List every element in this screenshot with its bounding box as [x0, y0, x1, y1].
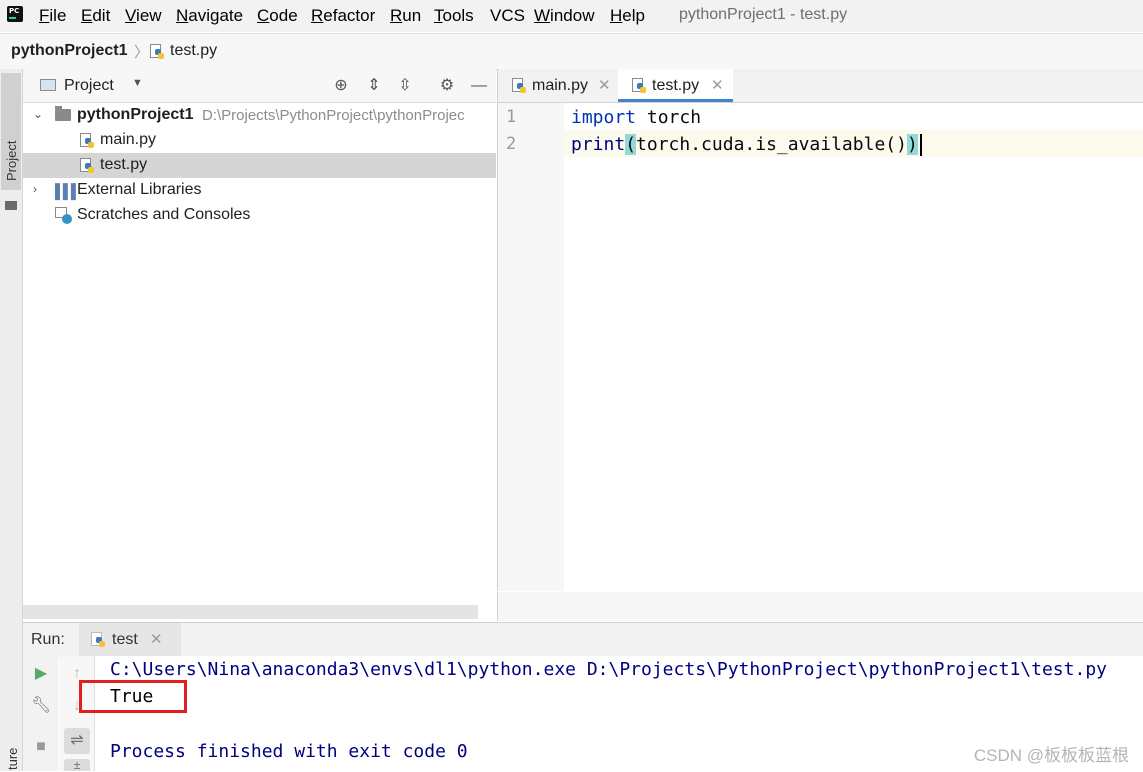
- gear-icon[interactable]: ⚙: [437, 76, 457, 96]
- close-icon[interactable]: ✕: [598, 76, 611, 94]
- python-file-icon: [632, 78, 646, 94]
- minimize-icon[interactable]: —: [469, 76, 489, 96]
- file-name: test.py: [100, 156, 148, 173]
- library-icon: ▌▌▌: [55, 183, 81, 199]
- menu-view[interactable]: View: [125, 6, 162, 26]
- folder-icon: [5, 201, 17, 210]
- tab-label: main.py: [532, 77, 589, 94]
- menu-run[interactable]: Run: [390, 6, 421, 26]
- run-tab-label: test: [112, 631, 138, 648]
- menu-edit[interactable]: Edit: [81, 6, 110, 26]
- console-toolbar: ↑ ↓ ⇌ ±: [59, 656, 95, 771]
- run-tab-test[interactable]: test ✕: [79, 623, 181, 656]
- window-title: pythonProject1 - test.py: [679, 6, 848, 23]
- line-number: 2: [506, 134, 517, 154]
- project-tool-button[interactable]: Project: [1, 73, 21, 210]
- console-badge-icon: [62, 214, 72, 224]
- project-tool-label: Project: [4, 140, 19, 181]
- menu-help[interactable]: Help: [610, 6, 645, 26]
- tab-test-py[interactable]: test.py ✕: [618, 69, 733, 102]
- console-exit-line: Process finished with exit code 0: [110, 741, 468, 762]
- code-line-1: import torch: [571, 107, 702, 128]
- watermark: CSDN @板板板蓝根: [973, 746, 1129, 765]
- close-icon[interactable]: ✕: [711, 76, 724, 94]
- tree-file-test[interactable]: test.py: [23, 153, 496, 178]
- soft-wrap-icon[interactable]: ⇌: [64, 728, 90, 754]
- python-file-icon: [512, 78, 526, 94]
- navigation-bar: pythonProject1 〉 test.py: [0, 33, 1143, 70]
- tab-main-py[interactable]: main.py ✕: [498, 69, 618, 102]
- external-libraries-label: External Libraries: [77, 181, 202, 198]
- menu-navigate[interactable]: Navigate: [176, 6, 243, 26]
- root-folder-path: D:\Projects\PythonProject\pythonProjec: [202, 107, 465, 124]
- python-run-icon: [91, 632, 105, 648]
- python-file-icon: [80, 158, 94, 174]
- breadcrumb-separator: 〉: [134, 44, 150, 61]
- app-icon-label: PC: [9, 7, 20, 15]
- scratches-label: Scratches and Consoles: [77, 206, 251, 223]
- pycharm-app-icon: PC: [7, 6, 23, 22]
- console-command-line: C:\Users\Nina\anaconda3\envs\dl1\python.…: [110, 659, 1107, 680]
- run-panel-title: Run:: [31, 631, 65, 648]
- tree-external-libraries[interactable]: › ▌▌▌ External Libraries: [23, 178, 496, 203]
- project-panel-title[interactable]: Project: [64, 77, 114, 95]
- menu-refactor[interactable]: Refactor: [311, 6, 375, 26]
- menu-vcs[interactable]: VCS: [490, 6, 525, 26]
- chevron-down-icon[interactable]: ▼: [132, 77, 143, 89]
- project-panel-header: Project ▼ ⊕ ⇕ ⇳ ⚙ —: [23, 69, 496, 103]
- chevron-right-icon[interactable]: ›: [33, 182, 37, 196]
- project-tree: ⌄ pythonProject1 D:\Projects\PythonProje…: [23, 103, 496, 621]
- editor-bottom-area: [497, 592, 1143, 621]
- breadcrumb-project[interactable]: pythonProject1: [11, 42, 127, 60]
- menu-code[interactable]: Code: [257, 6, 298, 26]
- left-tool-stripe: Project ture: [0, 69, 23, 771]
- run-toolbar: ▶ 🔧︎ ■: [23, 656, 58, 771]
- collapse-all-icon[interactable]: ⇳: [395, 76, 415, 96]
- menu-window[interactable]: Window: [534, 6, 594, 26]
- code-line-2: print(torch.cuda.is_available()): [571, 134, 918, 155]
- file-name: main.py: [100, 131, 157, 148]
- chevron-down-icon[interactable]: ⌄: [33, 107, 43, 121]
- breadcrumb-file[interactable]: test.py: [170, 42, 217, 60]
- line-number-gutter: 1 2: [497, 103, 565, 591]
- horizontal-scrollbar[interactable]: [23, 605, 478, 619]
- root-folder-name: pythonProject1: [77, 106, 194, 123]
- python-file-icon: [80, 133, 94, 149]
- rerun-icon[interactable]: ▶: [31, 664, 51, 684]
- run-panel-header: Run: test ✕: [23, 622, 1143, 657]
- locate-file-icon[interactable]: ⊕: [331, 76, 351, 96]
- close-icon[interactable]: ✕: [150, 630, 163, 648]
- annotation-highlight-box: [79, 680, 187, 713]
- structure-tool-label[interactable]: ture: [5, 748, 20, 770]
- folder-icon: [55, 106, 71, 121]
- scroll-to-end-icon[interactable]: ±: [64, 759, 90, 771]
- code-editor[interactable]: import torch print(torch.cuda.is_availab…: [564, 103, 1143, 591]
- line-number: 1: [506, 107, 517, 127]
- tree-file-main[interactable]: main.py: [23, 128, 496, 153]
- menu-file[interactable]: File: [39, 6, 66, 26]
- tree-scratches[interactable]: Scratches and Consoles: [23, 203, 496, 228]
- text-caret: [920, 134, 922, 156]
- editor-tab-bar: main.py ✕ test.py ✕: [497, 69, 1143, 103]
- tab-label: test.py: [652, 77, 700, 94]
- stop-icon[interactable]: ■: [31, 737, 51, 757]
- expand-all-icon[interactable]: ⇕: [364, 76, 384, 96]
- tree-root-folder[interactable]: ⌄ pythonProject1 D:\Projects\PythonProje…: [23, 103, 496, 128]
- menu-tools[interactable]: Tools: [434, 6, 474, 26]
- menu-bar: PC File Edit View Navigate Code Refactor…: [0, 0, 1143, 32]
- wrench-icon[interactable]: 🔧︎: [31, 696, 51, 716]
- project-view-icon: [40, 79, 56, 91]
- python-file-icon: [150, 44, 164, 60]
